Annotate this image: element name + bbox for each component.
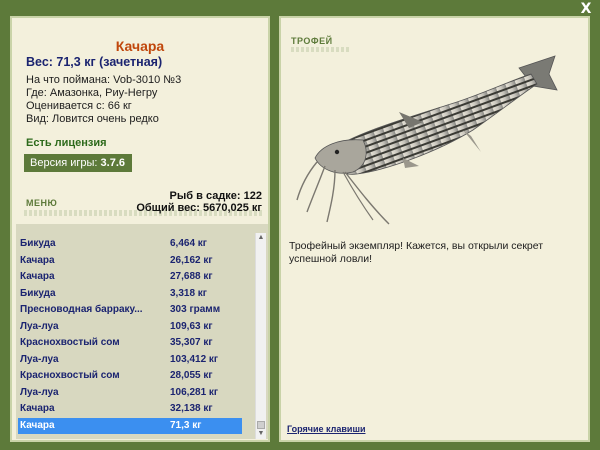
catch-row[interactable]: Бикуда 6,464 кг — [18, 236, 242, 253]
catch-fish-weight: 303 грамм — [170, 304, 221, 315]
catch-fish-weight: 32,138 кг — [170, 403, 213, 414]
fish-info-panel: Качара Вес: 71,3 кг (зачетная) На что по… — [10, 16, 270, 442]
catch-row[interactable]: Краснохвостый сом 35,307 кг — [18, 335, 242, 352]
catch-fish-weight: 103,412 кг — [170, 353, 219, 365]
catch-fish-name: Краснохвостый сом — [20, 337, 120, 348]
catch-row[interactable]: Качара 71,3 кг — [18, 417, 242, 434]
scroll-up-icon[interactable]: ▲ — [256, 233, 266, 243]
license-status: Есть лицензия — [26, 137, 107, 149]
fish-count: Рыб в садке: 122 — [169, 190, 262, 202]
catch-fish-weight: 35,307 кг — [170, 337, 213, 348]
catch-fish-name: Пресноводная барраку... — [20, 304, 143, 315]
catch-fish-name: Бикуда — [20, 287, 56, 299]
catch-fish-weight: 26,162 кг — [170, 254, 213, 266]
catch-fish-name: Краснохвостый сом — [20, 370, 120, 381]
catch-fish-name: Качара — [20, 254, 55, 266]
catch-row[interactable]: Луа-луа 106,281 кг — [18, 385, 242, 402]
catfish-image — [296, 55, 558, 225]
catch-fish-name: Бикуда — [20, 238, 56, 249]
catch-fish-weight: 6,464 кг — [170, 238, 207, 249]
version-badge: Версия игры: 3.7.6 — [24, 154, 132, 172]
catch-row[interactable]: Пресноводная барраку... 303 грамм — [18, 302, 242, 319]
catch-fish-weight: 109,63 кг — [170, 320, 213, 332]
menu-button[interactable]: МЕНЮ — [26, 198, 57, 208]
version-number: 3.7.6 — [100, 157, 125, 169]
hotkeys-link[interactable]: Горячие клавиши — [287, 424, 365, 434]
catch-fish-name: Луа-луа — [20, 320, 59, 332]
close-icon[interactable]: X — [578, 2, 594, 16]
catch-fish-weight: 106,281 кг — [170, 386, 219, 398]
catch-list[interactable]: Бикуда 6,464 кг Качара 26,162 кг Качара 27,68… — [16, 224, 268, 439]
catch-fish-name: Луа-луа — [20, 353, 59, 365]
total-weight: Общий вес: 5670,025 кг — [136, 202, 262, 214]
catch-fish-name: Луа-луа — [20, 386, 59, 398]
trophy-description: Трофейный экземпляр! Кажется, вы открыли… — [289, 240, 544, 265]
catch-fish-weight: 3,318 кг — [170, 287, 207, 299]
version-label: Версия игры: — [30, 157, 98, 169]
scroll-thumb[interactable] — [257, 421, 265, 429]
rarity-info: Вид: Ловится очень редко — [26, 113, 159, 125]
catch-row[interactable]: Луа-луа 103,412 кг — [18, 352, 242, 369]
fish-weight: Вес: 71,3 кг (зачетная) — [26, 55, 163, 69]
valuation-info: Оценивается с: 66 кг — [26, 100, 132, 112]
catch-row[interactable]: Качара 32,138 кг — [18, 401, 242, 418]
fish-name: Качара — [115, 38, 165, 54]
catch-fish-weight: 28,055 кг — [170, 370, 213, 381]
catch-row[interactable]: Краснохвостый сом 28,055 кг — [18, 368, 242, 385]
catch-fish-name: Качара — [20, 403, 55, 414]
catch-fish-weight: 71,3 кг — [170, 419, 202, 431]
bait-info: На что поймана: Vob-3010 №3 — [26, 74, 182, 86]
scroll-down-icon[interactable]: ▼ — [256, 429, 266, 439]
catch-fish-name: Качара — [20, 419, 55, 431]
trophy-panel: ТРОФЕЙ Трофейный экземпляр! Кажется, вы … — [279, 16, 590, 442]
catch-row[interactable]: Качара 27,688 кг — [18, 269, 242, 286]
catch-row[interactable]: Качара 26,162 кг — [18, 253, 242, 270]
catch-fish-weight: 27,688 кг — [170, 271, 213, 282]
location-info: Где: Амазонка, Риу-Негру — [26, 87, 158, 99]
catch-row[interactable]: Бикуда 3,318 кг — [18, 286, 242, 303]
list-scrollbar[interactable]: ▲ ▼ — [255, 233, 266, 439]
catch-fish-name: Качара — [20, 271, 55, 282]
catch-row[interactable]: Луа-луа 109,63 кг — [18, 319, 242, 336]
